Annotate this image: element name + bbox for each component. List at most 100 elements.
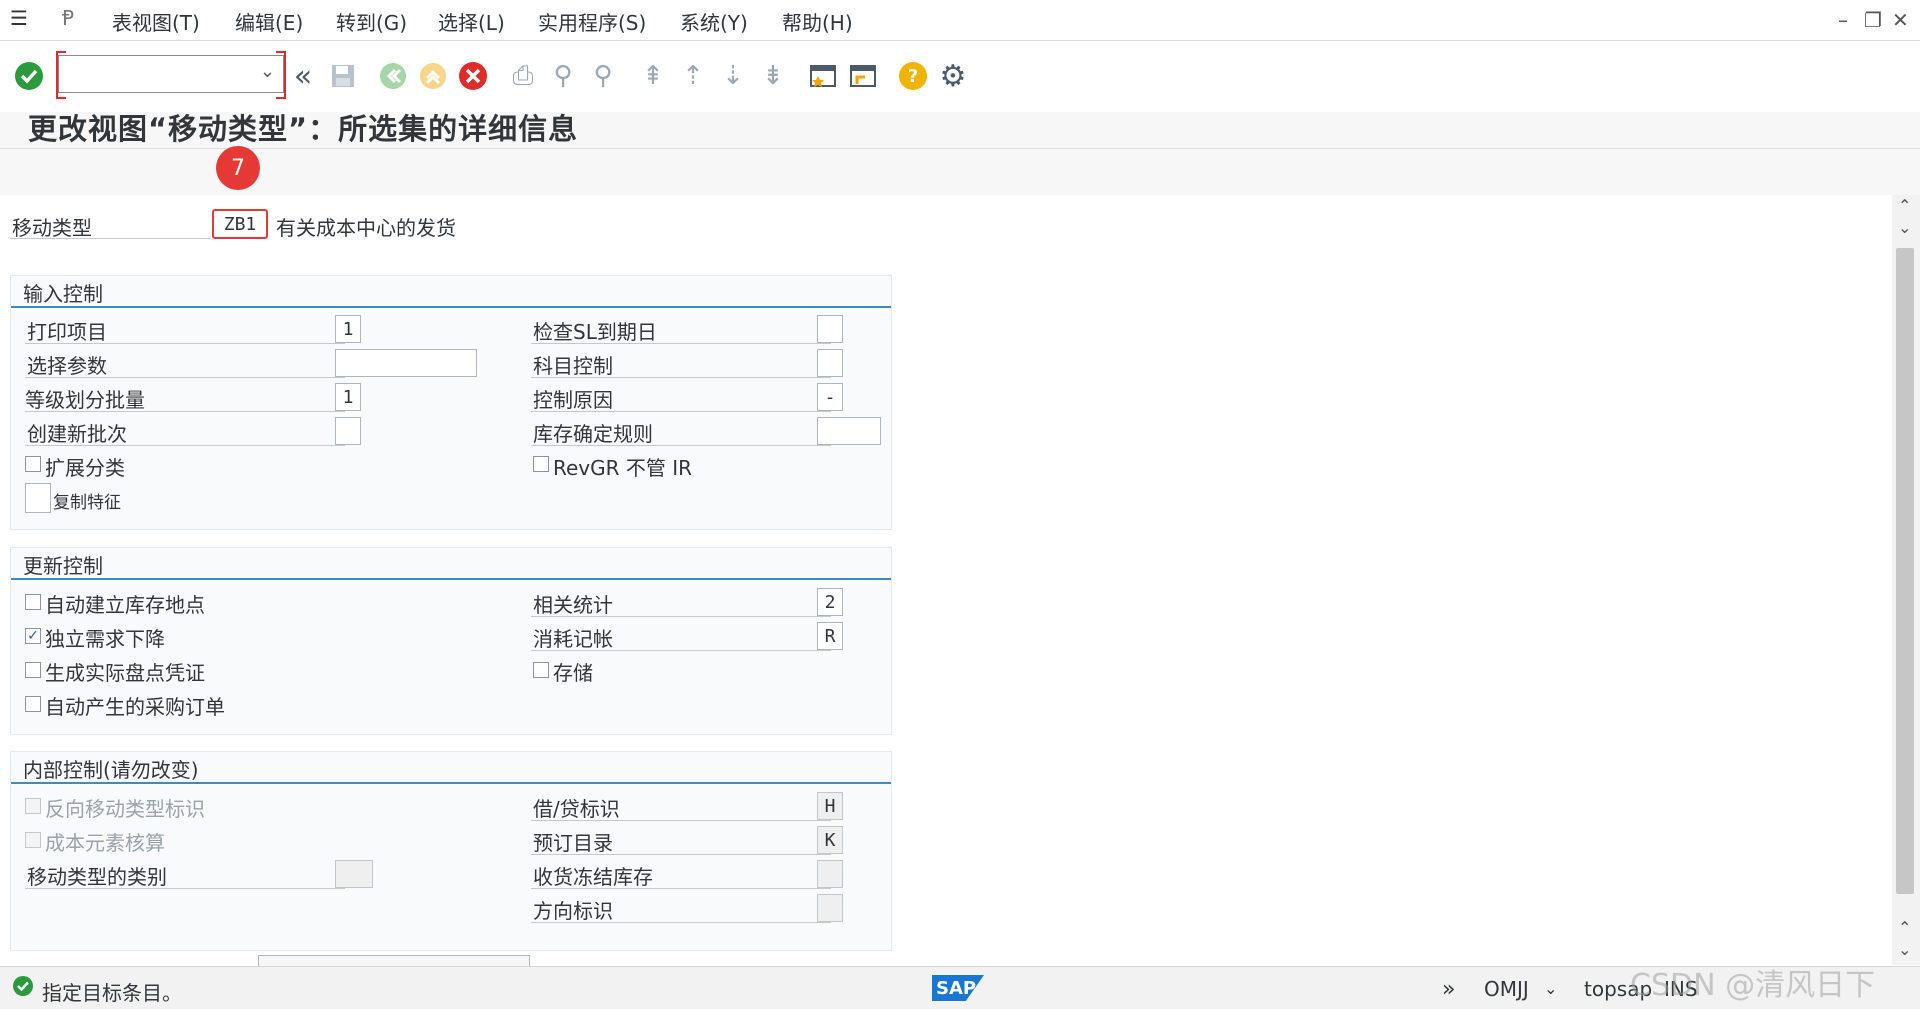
control-reason-field[interactable]: - — [817, 383, 843, 411]
chevron-down-icon[interactable]: ⌄ — [1544, 979, 1557, 998]
print-icon[interactable]: ⎙ — [506, 59, 540, 93]
find-icon[interactable]: ⚲ — [546, 59, 580, 93]
auto-po-label: 自动产生的采购订单 — [45, 695, 225, 719]
menu-edit[interactable]: 编辑(E) — [235, 7, 303, 36]
batch-classif-field[interactable]: 1 — [335, 383, 361, 411]
acct-control-field[interactable] — [817, 349, 843, 377]
print-item-label: 打印项目 — [27, 320, 107, 344]
minimize-icon[interactable]: – — [1838, 8, 1848, 32]
group-divider — [11, 306, 891, 308]
menu-selection[interactable]: 选择(L) — [438, 7, 505, 36]
gen-phys-inv-checkbox[interactable] — [25, 662, 41, 678]
scroll-down-icon[interactable]: ⌄ — [1898, 940, 1911, 959]
menu-system[interactable]: 系统(Y) — [680, 7, 748, 36]
create-batch-field[interactable] — [335, 417, 361, 445]
exit-icon[interactable] — [416, 59, 450, 93]
find-next-icon[interactable]: ⚲ — [586, 59, 620, 93]
system-menu-icon[interactable]: ☰ — [10, 6, 28, 30]
prev-page-icon[interactable]: ⇡ — [676, 59, 710, 93]
revgr-checkbox[interactable] — [533, 456, 549, 472]
indep-req-reduction-label: 独立需求下降 — [45, 627, 165, 651]
extended-classif-checkbox[interactable] — [25, 456, 41, 472]
back-icon[interactable] — [376, 59, 410, 93]
enter-icon[interactable] — [12, 59, 46, 93]
reversal-ind-label: 反向移动类型标识 — [45, 797, 205, 821]
cost-element-label: 成本元素核算 — [45, 831, 165, 855]
consumption-posting-label: 消耗记帐 — [533, 627, 613, 651]
save-icon[interactable] — [326, 59, 360, 93]
first-page-icon[interactable]: ⇞ — [636, 59, 670, 93]
scroll-thumb[interactable] — [1896, 248, 1914, 894]
label-underline — [10, 238, 210, 239]
label-underline — [531, 411, 831, 412]
close-window-icon[interactable]: ✕ — [1892, 8, 1909, 32]
label-underline — [25, 343, 345, 344]
menu-help[interactable]: 帮助(H) — [782, 7, 853, 36]
cancel-icon[interactable] — [456, 59, 490, 93]
check-sled-field[interactable] — [817, 315, 843, 343]
next-page-icon[interactable]: ⇣ — [716, 59, 750, 93]
last-page-icon[interactable]: ⇟ — [756, 59, 790, 93]
stock-det-rule-label: 库存确定规则 — [533, 422, 653, 446]
print-item-field[interactable]: 1 — [335, 315, 361, 343]
consumption-posting-field[interactable]: R — [817, 622, 843, 650]
chevron-down-icon[interactable]: ⌄ — [260, 61, 275, 82]
double-back-icon[interactable]: « — [286, 59, 320, 94]
settings-icon[interactable]: ⚙ — [936, 59, 970, 94]
direction-ind-label: 方向标识 — [533, 899, 613, 923]
cost-element-checkbox — [25, 832, 41, 848]
command-menu-icon[interactable]: Ᵽ — [62, 6, 74, 30]
shortcut-icon[interactable] — [846, 59, 880, 93]
main-content: 移动类型 ZB1 有关成本中心的发货 输入控制 打印项目 1 选择参数 等级划分… — [0, 195, 1892, 965]
selection-param-label: 选择参数 — [27, 354, 107, 378]
stat-relevant-field[interactable]: 2 — [817, 588, 843, 616]
help-icon[interactable]: ? — [896, 59, 930, 93]
group-title: 内部控制(请勿改变) — [23, 758, 199, 782]
auto-create-sloc-checkbox[interactable] — [25, 594, 41, 610]
movement-type-label: 移动类型 — [12, 216, 92, 240]
direction-ind-field — [817, 894, 843, 922]
label-underline — [531, 377, 831, 378]
label-underline — [531, 650, 831, 651]
label-underline — [25, 888, 345, 889]
menu-utilities[interactable]: 实用程序(S) — [538, 7, 646, 36]
label-underline — [531, 922, 831, 923]
label-underline — [531, 616, 831, 617]
label-underline — [531, 854, 831, 855]
label-underline — [25, 377, 345, 378]
copy-chars-field[interactable] — [25, 483, 51, 513]
movement-type-description: 有关成本中心的发货 — [276, 216, 456, 240]
watermark: CSDN @清风日下 — [1630, 968, 1876, 1003]
acct-assign-cat-field: K — [817, 826, 843, 854]
restore-icon[interactable]: ❐ — [1864, 8, 1882, 32]
mvt-type-category-label: 移动类型的类别 — [27, 865, 167, 889]
label-underline — [531, 888, 831, 889]
store-label: 存储 — [553, 661, 593, 685]
scroll-up-icon[interactable]: ⌃ — [1898, 196, 1911, 215]
entry-control-group: 输入控制 打印项目 1 选择参数 等级划分批量 1 创建新批次 扩展分类 复制特… — [10, 275, 892, 530]
selection-param-field[interactable] — [335, 349, 477, 377]
menu-goto[interactable]: 转到(G) — [336, 7, 407, 36]
command-field[interactable]: ⌄ — [58, 55, 284, 93]
sap-logo: SAP — [932, 975, 984, 1001]
update-control-group: 更新控制 自动建立库存地点 ✓ 独立需求下降 生成实际盘点凭证 自动产生的采购订… — [10, 547, 892, 735]
gen-phys-inv-label: 生成实际盘点凭证 — [45, 661, 205, 685]
store-checkbox[interactable] — [533, 662, 549, 678]
auto-create-sloc-label: 自动建立库存地点 — [45, 593, 205, 617]
movement-type-field[interactable]: ZB1 — [212, 209, 268, 239]
expand-status-icon[interactable]: » — [1442, 977, 1455, 1002]
scroll-page-up-icon[interactable]: ⌃ — [1898, 918, 1911, 937]
create-session-icon[interactable] — [806, 59, 840, 93]
scroll-page-down-icon[interactable]: ⌄ — [1898, 218, 1911, 237]
auto-po-checkbox[interactable] — [25, 696, 41, 712]
stock-det-rule-field[interactable] — [817, 417, 881, 445]
gr-blocked-stock-field — [817, 860, 843, 888]
highlight-bracket-right — [276, 51, 286, 99]
group-divider — [11, 578, 891, 580]
status-message: 指定目标条目。 — [42, 981, 182, 1005]
check-sled-label: 检查SL到期日 — [533, 320, 657, 344]
indep-req-reduction-checkbox[interactable]: ✓ — [25, 628, 41, 644]
menu-table-view[interactable]: 表视图(T) — [112, 7, 200, 36]
stat-relevant-label: 相关统计 — [533, 593, 613, 617]
reversal-ind-checkbox — [25, 798, 41, 814]
